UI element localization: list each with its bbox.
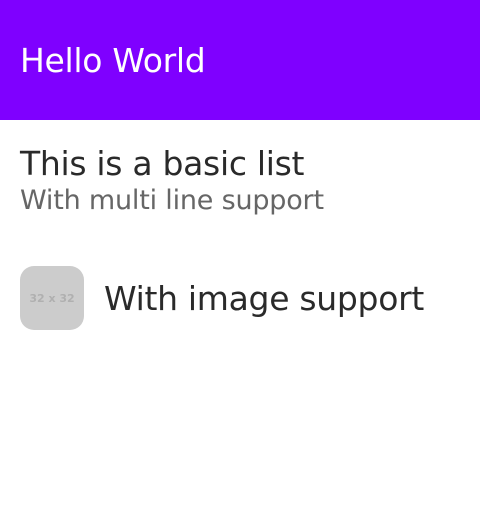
thumbnail-image: 32 x 32 [20, 266, 84, 330]
list-item-secondary-text: With multi line support [20, 185, 324, 216]
list-item-basic[interactable]: This is a basic list With multi line sup… [0, 120, 480, 242]
app-header: Hello World [0, 0, 480, 120]
list-item-with-image[interactable]: 32 x 32 With image support [0, 240, 480, 356]
list-item-image-label: With image support [104, 278, 424, 318]
list-item-primary-text: This is a basic list [20, 144, 305, 183]
header-title: Hello World [20, 40, 206, 80]
app-root: Hello World This is a basic list With mu… [0, 0, 480, 524]
thumbnail-placeholder-text: 32 x 32 [29, 291, 75, 305]
list: This is a basic list With multi line sup… [0, 120, 480, 356]
